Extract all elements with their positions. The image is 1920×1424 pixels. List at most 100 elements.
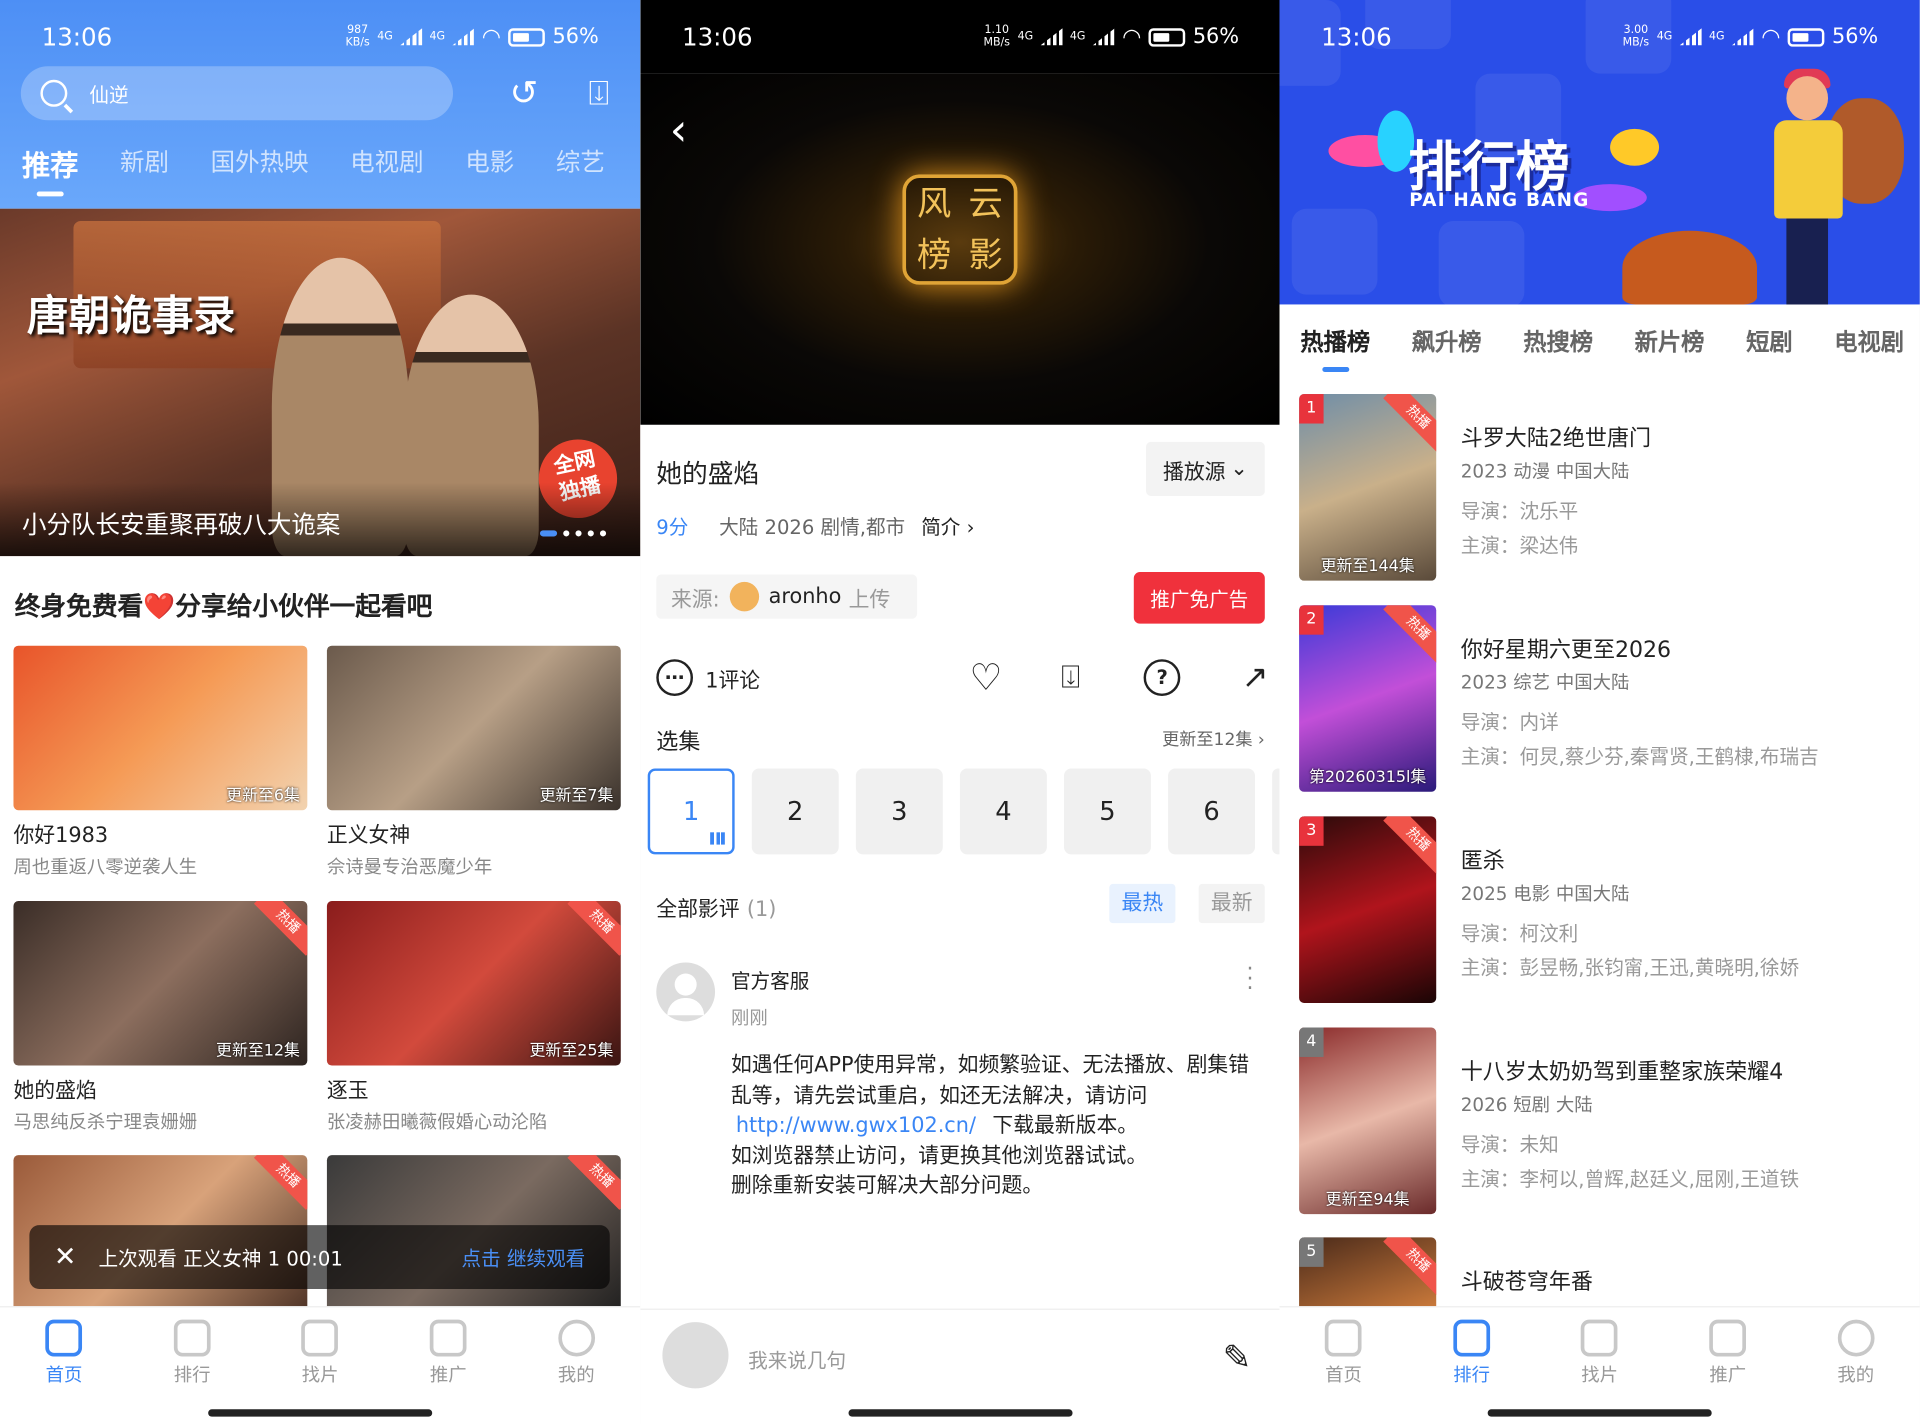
nav-label: 我的: [1837, 1363, 1875, 1386]
history-icon[interactable]: ↺: [504, 73, 543, 113]
ranking-item[interactable]: 4 更新至94集 十八岁太奶奶驾到重整家族荣耀4 2026 短剧 大陆 导演：未…: [1299, 1027, 1911, 1215]
sort-hot-button[interactable]: 最热: [1109, 883, 1176, 924]
tab-hot-play[interactable]: 热播榜: [1300, 324, 1370, 372]
update-info-link[interactable]: 更新至12集 ›: [1162, 727, 1265, 752]
avatar: [662, 1322, 729, 1389]
card-desc: 周也重返八零逆袭人生: [13, 855, 198, 878]
uploader-name: aronho: [768, 584, 842, 609]
close-icon[interactable]: ✕: [54, 1242, 77, 1273]
seal-char: 榜: [917, 234, 952, 275]
poster: 1 热播 更新至144集: [1299, 394, 1437, 581]
edit-icon[interactable]: ✎: [1223, 1337, 1252, 1378]
ranking-item[interactable]: 3 热播 匿杀 2025 电影 中国大陆 导演：柯汶利 主演：彭昱畅,张钧甯,王…: [1299, 816, 1911, 1003]
share-icon[interactable]: ↗: [1242, 659, 1269, 696]
comment-icon[interactable]: ⋯: [656, 659, 694, 697]
rank-number: 1: [1299, 394, 1324, 424]
tab-tv[interactable]: 电视剧: [350, 142, 423, 184]
status-time: 13:06: [681, 22, 753, 52]
tab-movie[interactable]: 电影: [465, 142, 514, 184]
tab-tv[interactable]: 电视剧: [1834, 324, 1904, 357]
wifi-icon: ◠: [481, 23, 502, 50]
search-bar[interactable]: 仙逆: [20, 66, 454, 121]
episode-button[interactable]: 2: [751, 768, 839, 855]
source-dropdown[interactable]: 播放源 ⌄: [1146, 441, 1265, 496]
battery-icon: [508, 27, 546, 47]
item-director: 导演：内详: [1460, 710, 1559, 735]
card-title: 你好1983: [13, 823, 109, 849]
tab-recommend[interactable]: 推荐: [22, 142, 78, 197]
tab-foreign[interactable]: 国外热映: [211, 142, 309, 184]
item-title: 十八岁太奶奶驾到重整家族荣耀4: [1460, 1059, 1784, 1086]
decor-splash: [1610, 128, 1660, 166]
seal-char: 风: [917, 182, 952, 224]
signal-icon: [1679, 28, 1702, 46]
tab-hot-search[interactable]: 热搜榜: [1523, 324, 1593, 357]
video-player[interactable]: ‹ 风云 榜影: [640, 73, 1281, 425]
episode-button[interactable]: 4: [959, 768, 1047, 855]
episode-button[interactable]: 1: [647, 768, 735, 855]
download-icon[interactable]: ⍗: [1061, 659, 1080, 697]
episode-button[interactable]: 6: [1168, 768, 1256, 855]
continue-watch-link[interactable]: 点击 继续观看: [461, 1242, 585, 1271]
video-card[interactable]: 热播 更新至25集 逐玉 张凌赫田曦薇假婚心动沦陷: [326, 901, 621, 1134]
reviews-label: 全部影评: [656, 897, 740, 922]
back-icon[interactable]: ‹: [670, 106, 688, 156]
wifi-icon: ◠: [1122, 23, 1142, 50]
more-icon[interactable]: · · ·: [1246, 958, 1253, 1000]
ranking-item[interactable]: 2 热播 第20260315l集 你好星期六更至2026 2023 综艺 中国大…: [1299, 605, 1911, 792]
tab-new-release[interactable]: 新片榜: [1635, 324, 1705, 357]
last-watch-text: 上次观看 正义女神 1 00:01: [98, 1247, 343, 1271]
download-link[interactable]: http://www.gwx102.cn/: [736, 1113, 976, 1138]
home-indicator: [848, 1409, 1073, 1417]
update-label: 更新至6集: [226, 786, 300, 806]
net-label: 4G: [1708, 30, 1725, 43]
ranking-item[interactable]: 1 热播 更新至144集 斗罗大陆2绝世唐门 2023 动漫 中国大陆 导演：沈…: [1299, 394, 1911, 581]
comment-line: 下载最新版本。: [992, 1113, 1139, 1138]
seal-char: 云: [968, 182, 1003, 224]
hero-banner[interactable]: 唐朝诡事录 全网独播 小分队长安重聚再破八大诡案: [0, 208, 641, 557]
episode-list: 1 2 3 4 5 6: [647, 768, 1281, 855]
item-director: 导演：柯汶利: [1460, 921, 1579, 946]
comment-input[interactable]: 我来说几句: [748, 1344, 846, 1373]
nav-me[interactable]: 我的: [1807, 1319, 1905, 1424]
item-info: 2025 电影 中国大陆: [1460, 882, 1630, 905]
download-icon[interactable]: ⍗: [579, 73, 618, 113]
intro-link[interactable]: 简介 ›: [921, 516, 974, 539]
item-info: 2023 综艺 中国大陆: [1460, 671, 1630, 694]
poster: 2 热播 第20260315l集: [1299, 605, 1437, 792]
hot-ribbon: 热播: [567, 1155, 621, 1210]
sort-new-button[interactable]: 最新: [1198, 883, 1265, 924]
home-screen: 13:06 987 KB/s 4G 4G ◠ 56% 仙逆 ↺ ⍗ 推荐 新剧 …: [0, 0, 641, 1424]
category-tabs: 推荐 新剧 国外热映 电视剧 电影 综艺: [22, 142, 605, 197]
help-icon[interactable]: ?: [1143, 659, 1181, 697]
video-card[interactable]: 热播 更新至12集 她的盛焰 马思纯反杀宁理袁姗姗: [13, 901, 308, 1134]
comment-input-bar: 我来说几句 ✎: [640, 1308, 1281, 1424]
tab-variety[interactable]: 综艺: [556, 142, 605, 184]
tab-short[interactable]: 短剧: [1746, 324, 1793, 357]
item-title: 你好星期六更至2026: [1460, 637, 1672, 663]
show-meta: 9分 大陆 2026 剧情,都市 简介 ›: [656, 511, 974, 540]
comment-count[interactable]: 1评论: [705, 662, 760, 693]
poster: 3 热播: [1299, 816, 1437, 1003]
episode-button[interactable]: 3: [855, 768, 943, 855]
resume-toast[interactable]: ✕ 上次观看 正义女神 1 00:01 点击 继续观看: [29, 1225, 610, 1289]
nav-me[interactable]: 我的: [527, 1319, 625, 1424]
episode-button[interactable]: 5: [1064, 768, 1151, 855]
reviews-header: 全部影评 (1): [656, 891, 776, 922]
promo-ad-free-button[interactable]: 推广免广告: [1133, 572, 1265, 624]
item-title: 斗罗大陆2绝世唐门: [1460, 425, 1652, 452]
video-card[interactable]: 更新至6集 你好1983 周也重返八零逆袭人生: [13, 645, 308, 879]
tab-new[interactable]: 新剧: [120, 142, 169, 184]
show-title: 她的盛焰: [656, 459, 760, 489]
hot-ribbon: 热播: [253, 901, 308, 956]
favorite-add-icon[interactable]: ♡: [969, 656, 1002, 699]
nav-label: 我的: [557, 1363, 595, 1386]
search-icon: [40, 79, 68, 107]
tab-rising[interactable]: 飙升榜: [1412, 324, 1482, 357]
nav-home[interactable]: 首页: [15, 1319, 113, 1424]
nav-home[interactable]: 首页: [1295, 1319, 1393, 1424]
net-speed: 1.10 MB/s: [983, 24, 1011, 50]
search-input[interactable]: 仙逆: [89, 79, 128, 108]
battery-icon: [1148, 27, 1186, 47]
video-card[interactable]: 更新至7集 正义女神 佘诗曼专治恶魔少年: [326, 645, 621, 879]
